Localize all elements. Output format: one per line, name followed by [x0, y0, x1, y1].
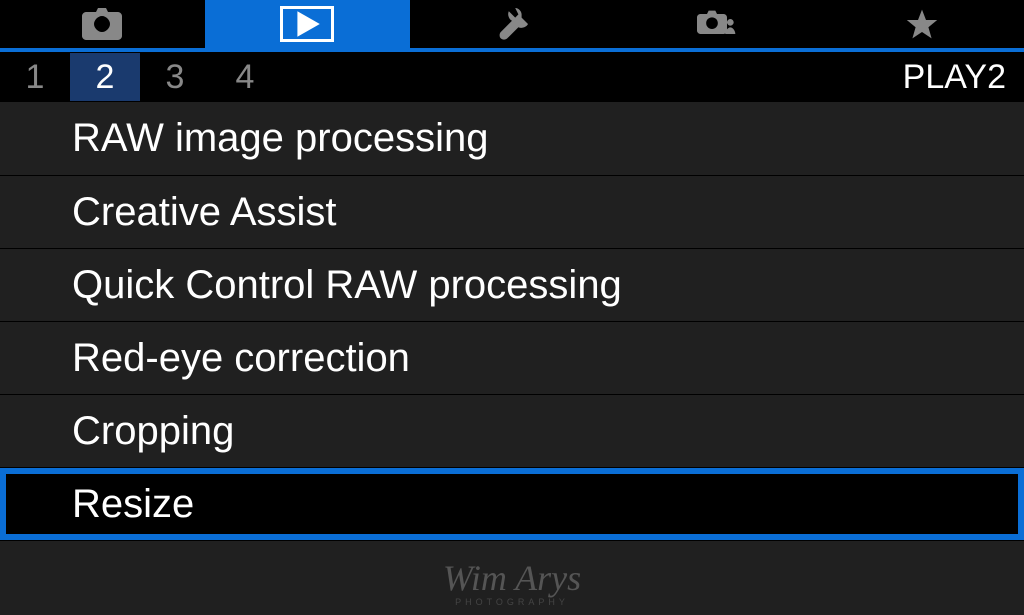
menu-item-resize[interactable]: Resize — [0, 467, 1024, 540]
camera-person-icon — [697, 8, 737, 40]
menu-list: RAW image processing Creative Assist Qui… — [0, 102, 1024, 540]
camera-icon — [82, 8, 122, 40]
bottom-area: Wim Arys PHOTOGRAPHY — [0, 540, 1024, 615]
page-tab-2[interactable]: 2 — [70, 53, 140, 101]
page-label: PLAY2 — [903, 58, 1014, 97]
tab-shooting[interactable] — [0, 0, 205, 48]
tab-mymenu[interactable] — [819, 0, 1024, 48]
star-icon — [902, 8, 942, 40]
watermark-subtitle: PHOTOGRAPHY — [443, 598, 581, 607]
watermark: Wim Arys PHOTOGRAPHY — [443, 560, 581, 607]
menu-item-raw-processing[interactable]: RAW image processing — [0, 102, 1024, 175]
page-tab-4[interactable]: 4 — [210, 53, 280, 101]
page-tab-bar: 1 2 3 4 PLAY2 — [0, 52, 1024, 102]
play-icon — [280, 6, 334, 42]
tab-setup[interactable] — [410, 0, 615, 48]
menu-item-quick-control-raw[interactable]: Quick Control RAW processing — [0, 248, 1024, 321]
watermark-name: Wim Arys — [443, 560, 581, 596]
wrench-icon — [492, 8, 532, 40]
menu-item-cropping[interactable]: Cropping — [0, 394, 1024, 467]
tab-playback[interactable] — [205, 0, 410, 48]
menu-item-creative-assist[interactable]: Creative Assist — [0, 175, 1024, 248]
top-tab-bar — [0, 0, 1024, 48]
page-tab-1[interactable]: 1 — [0, 53, 70, 101]
page-tab-3[interactable]: 3 — [140, 53, 210, 101]
tab-custom[interactable] — [614, 0, 819, 48]
menu-item-red-eye[interactable]: Red-eye correction — [0, 321, 1024, 394]
